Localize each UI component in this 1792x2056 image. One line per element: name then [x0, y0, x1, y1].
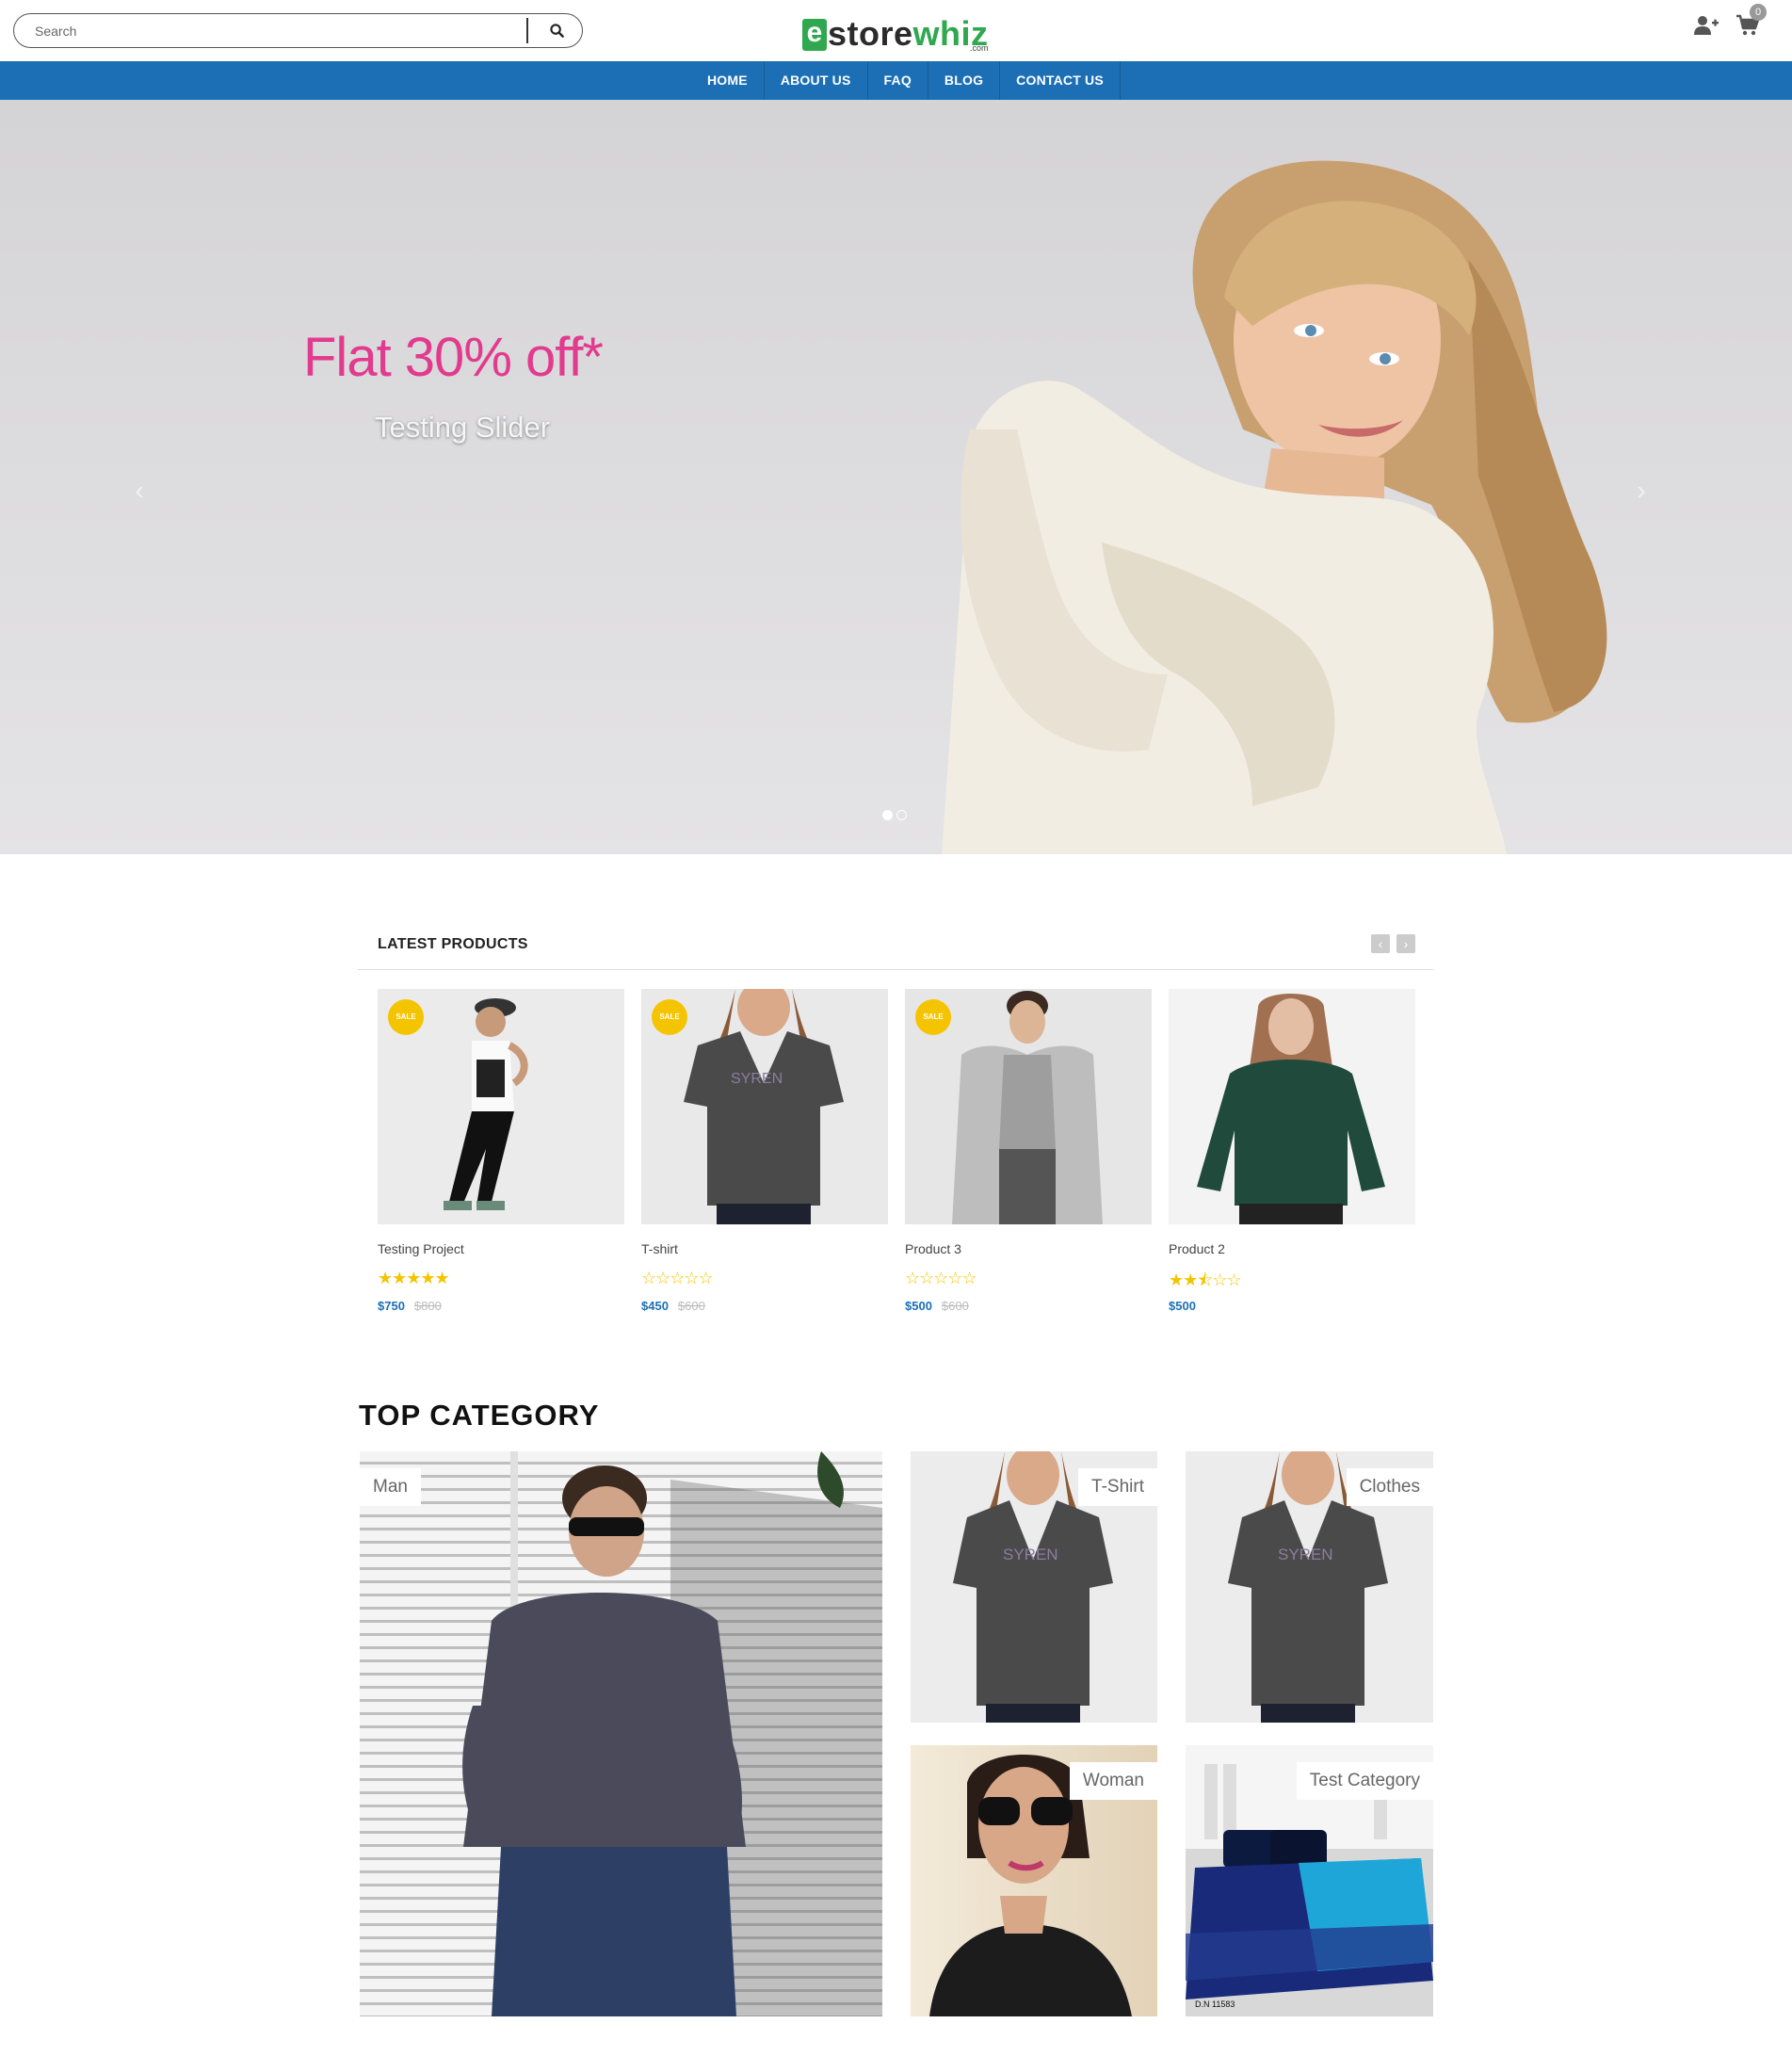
category-photo-man — [462, 1451, 882, 2016]
products-prev-button[interactable]: ‹ — [1371, 934, 1390, 953]
category-card-clothes[interactable]: SYREN Clothes — [1186, 1451, 1433, 1723]
hero-model-image — [942, 160, 1607, 854]
hero-title: Flat 30% off* — [303, 327, 604, 388]
site-header: e storewhiz .com 0 — [0, 0, 1792, 61]
hero-dot-2[interactable] — [896, 810, 907, 820]
product-price: $500 — [1169, 1299, 1196, 1313]
logo-com-text: .com — [970, 43, 989, 53]
sale-badge: SALE — [388, 999, 424, 1035]
nav-item-blog[interactable]: BLOG — [928, 61, 1001, 100]
latest-products-header: LATEST PRODUCTS ‹ › — [358, 932, 1433, 970]
product-rating-stars: ★★⯪☆☆ — [1169, 1271, 1242, 1289]
product-rating-stars: ☆☆☆☆☆ — [905, 1269, 977, 1287]
category-label-woman: Woman — [1069, 1762, 1157, 1800]
search-box — [13, 13, 583, 48]
logo[interactable]: e storewhiz .com — [802, 9, 989, 53]
product-rating-stars: ★★★★★ — [378, 1269, 450, 1287]
nav-item-contact-us[interactable]: CONTACT US — [1000, 61, 1121, 100]
product-card[interactable]: SALE Testing Project ★★★★★ $750 $800 — [378, 989, 624, 1313]
product-card[interactable]: SALE SYREN T-shirt ☆☆☆☆☆ $450 $600 — [641, 989, 888, 1313]
sale-badge: SALE — [915, 999, 951, 1035]
nav-item-faq[interactable]: FAQ — [868, 61, 928, 100]
product-name[interactable]: Product 3 — [905, 1241, 961, 1256]
product-image[interactable]: SALE — [905, 989, 1152, 1224]
category-label-clothes: Clothes — [1346, 1468, 1433, 1506]
price-old: $600 — [677, 1299, 705, 1313]
product-name[interactable]: Testing Project — [378, 1241, 464, 1256]
price-current: $500 — [1169, 1299, 1196, 1313]
hero-pagination — [882, 810, 907, 820]
logo-wordmark: storewhiz — [828, 17, 989, 51]
price-old: $600 — [941, 1299, 969, 1313]
main-nav: HOME ABOUT US FAQ BLOG CONTACT US — [0, 61, 1792, 100]
search-button[interactable] — [538, 18, 575, 43]
svg-text:D.N 11583: D.N 11583 — [1195, 1999, 1235, 2009]
category-label-man: Man — [360, 1468, 421, 1506]
category-label-t-shirt: T-Shirt — [1078, 1468, 1157, 1506]
latest-products-title: LATEST PRODUCTS — [378, 936, 528, 952]
nav-item-about-us[interactable]: ABOUT US — [765, 61, 868, 100]
hero-subtitle: Testing Slider — [375, 411, 551, 444]
logo-store-text: store — [828, 14, 913, 53]
product-price: $450 $600 — [641, 1299, 705, 1313]
cart-button[interactable]: 0 — [1735, 4, 1767, 38]
price-current: $500 — [905, 1299, 932, 1313]
search-input[interactable] — [33, 20, 532, 42]
hero-slider: Flat 30% off* Testing Slider ‹ › — [0, 100, 1792, 854]
hero-next-arrow[interactable]: › — [1627, 472, 1655, 510]
nav-item-home[interactable]: HOME — [691, 61, 765, 100]
logo-e-mark: e — [802, 19, 827, 51]
product-image[interactable]: SALE SYREN — [641, 989, 888, 1224]
category-card-woman[interactable]: Woman — [911, 1745, 1157, 2016]
price-current: $450 — [641, 1299, 669, 1313]
hero-prev-arrow[interactable]: ‹ — [125, 472, 153, 510]
category-card-test-category[interactable]: D.N 11583 Test Category — [1186, 1745, 1433, 2016]
category-label-test-category: Test Category — [1296, 1762, 1433, 1800]
product-name[interactable]: T-shirt — [641, 1241, 678, 1256]
product-rating-stars: ☆☆☆☆☆ — [641, 1269, 714, 1287]
search-divider — [526, 18, 528, 43]
category-card-man[interactable]: Man — [360, 1451, 882, 2016]
product-photo-green-sweater — [1197, 994, 1385, 1224]
svg-text:SYREN: SYREN — [1278, 1546, 1333, 1563]
product-name[interactable]: Product 2 — [1169, 1241, 1225, 1256]
svg-text:SYREN: SYREN — [731, 1071, 783, 1087]
hero-dot-1[interactable] — [882, 810, 893, 820]
price-current: $750 — [378, 1299, 405, 1313]
cart-count-badge: 0 — [1750, 4, 1767, 21]
sale-badge: SALE — [652, 999, 687, 1035]
svg-text:SYREN: SYREN — [1003, 1546, 1058, 1563]
products-next-button[interactable]: › — [1396, 934, 1415, 953]
product-price: $500 $600 — [905, 1299, 969, 1313]
search-icon — [549, 24, 564, 38]
product-card[interactable]: SALE Product 3 ☆☆☆☆☆ $500 $600 — [905, 989, 1152, 1313]
product-image[interactable]: SALE — [378, 989, 624, 1224]
product-image[interactable] — [1169, 989, 1415, 1224]
top-category-title: TOP CATEGORY — [359, 1399, 600, 1432]
product-card[interactable]: Product 2 ★★⯪☆☆ $500 — [1169, 989, 1415, 1313]
product-price: $750 $800 — [378, 1299, 442, 1313]
add-user-icon[interactable] — [1694, 15, 1719, 36]
price-old: $800 — [413, 1299, 442, 1313]
category-card-t-shirt[interactable]: SYREN T-Shirt — [911, 1451, 1157, 1723]
nav-list: HOME ABOUT US FAQ BLOG CONTACT US — [691, 61, 1121, 100]
